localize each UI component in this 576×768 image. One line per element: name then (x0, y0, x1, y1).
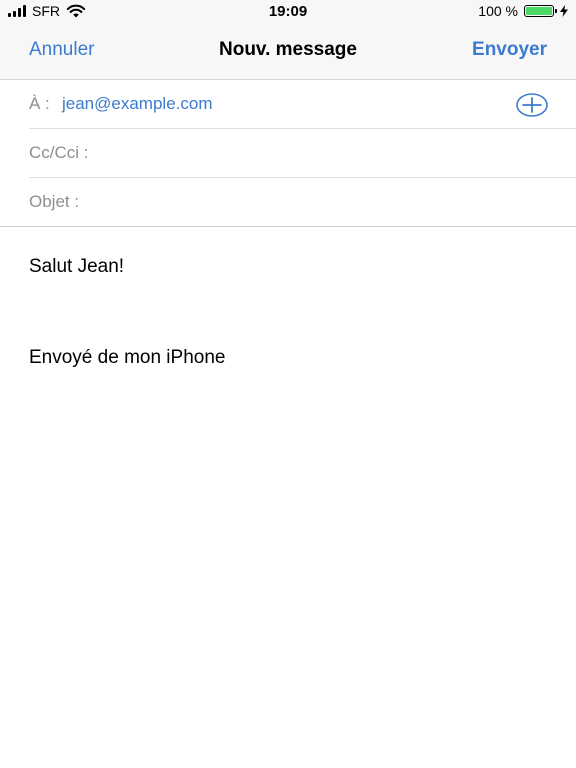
plus-circle-icon (516, 93, 548, 117)
message-body[interactable] (0, 227, 576, 768)
battery-percent: 100 % (478, 3, 518, 19)
battery-level (526, 7, 552, 15)
cc-field[interactable]: Cc/Cci : (29, 129, 576, 179)
battery-icon (524, 5, 557, 17)
cc-label: Cc/Cci : (29, 143, 89, 162)
to-label: À : (29, 94, 50, 113)
cc-input[interactable] (101, 129, 556, 179)
nav-bar: Annuler Nouv. message Envoyer (0, 24, 576, 80)
status-right: 100 % (478, 3, 568, 19)
cancel-button[interactable]: Annuler (29, 39, 95, 61)
charging-bolt-icon (560, 5, 568, 17)
message-greeting[interactable]: Salut Jean! (29, 256, 124, 278)
to-recipient[interactable]: jean@example.com (62, 94, 213, 114)
add-contact-button[interactable] (516, 93, 548, 117)
mail-compose-screen: SFR 19:09 100 % Annuler Nouv. message En… (0, 0, 576, 768)
to-field[interactable]: À : jean@example.com (29, 80, 576, 129)
subject-input[interactable] (91, 178, 556, 228)
subject-label: Objet : (29, 192, 80, 211)
message-signature[interactable]: Envoyé de mon iPhone (29, 347, 225, 369)
status-bar: SFR 19:09 100 % (0, 0, 576, 24)
subject-field[interactable]: Objet : (29, 178, 576, 228)
send-button[interactable]: Envoyer (472, 39, 547, 61)
